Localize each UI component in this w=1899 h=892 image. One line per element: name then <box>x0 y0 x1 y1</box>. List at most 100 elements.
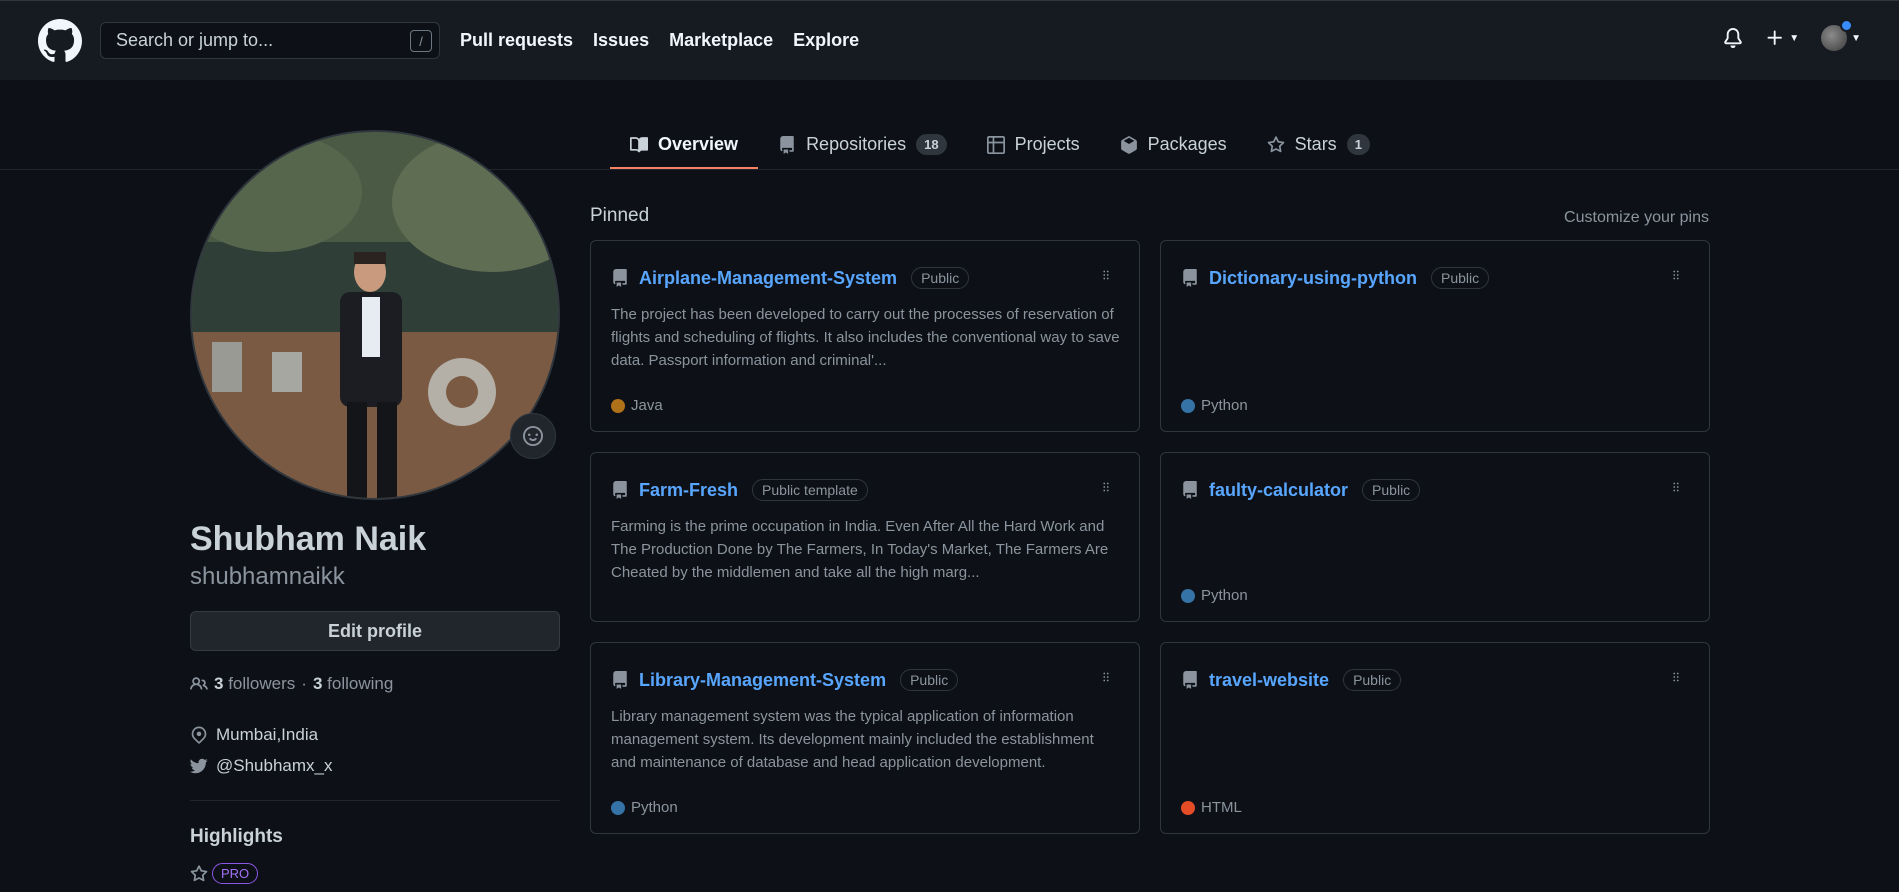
visibility-badge: Public <box>900 669 959 691</box>
bell-icon[interactable] <box>1723 28 1743 48</box>
repo-description: The project has been developed to carry … <box>611 306 1120 369</box>
pinned-repo-card: Airplane-Management-System Public The proj… <box>590 240 1140 432</box>
grabber-icon <box>1103 482 1109 492</box>
header-actions: ▼ ▼ <box>1723 19 1861 51</box>
repo-name-link[interactable]: Dictionary-using-python <box>1209 268 1417 289</box>
grabber-icon <box>1673 270 1679 280</box>
tab-packages[interactable]: Packages <box>1100 120 1247 169</box>
smiley-icon <box>523 426 543 446</box>
repo-language: HTML <box>1181 799 1242 816</box>
language-color-dot <box>1181 398 1195 413</box>
visibility-badge: Public <box>1431 267 1490 289</box>
visibility-badge: Public <box>1362 479 1421 501</box>
repo-icon <box>613 269 627 287</box>
table-icon <box>986 135 1005 154</box>
language-label: Python <box>631 799 678 816</box>
nav-pull-requests[interactable]: Pull requests <box>460 30 573 51</box>
repo-name-link[interactable]: travel-website <box>1209 670 1329 691</box>
create-new-menu[interactable]: ▼ <box>1765 28 1799 48</box>
followers-label: followers <box>228 674 296 693</box>
tab-label: Stars <box>1294 134 1337 154</box>
following-count: 3 <box>312 674 323 693</box>
edit-profile-button[interactable]: Edit profile <box>190 611 560 651</box>
nav-issues[interactable]: Issues <box>593 30 649 51</box>
drag-handle[interactable] <box>1669 669 1683 690</box>
book-icon <box>630 136 648 152</box>
drag-handle[interactable] <box>1099 669 1113 690</box>
repo-language: Python <box>611 799 678 816</box>
tab-label: Repositories <box>806 134 907 154</box>
profile-photo[interactable] <box>190 130 560 500</box>
grabber-icon <box>1673 672 1679 682</box>
repo-icon <box>613 671 627 689</box>
customize-pins-link[interactable]: Customize your pins <box>1564 209 1709 227</box>
repo-title-row: travel-website Public <box>1181 669 1402 691</box>
twitter-handle[interactable]: @Shubhamx_x <box>216 756 333 776</box>
status-dot <box>1840 19 1854 32</box>
profile-username: shubhamnaikk <box>190 563 345 590</box>
user-menu[interactable]: ▼ <box>1821 19 1861 51</box>
pinned-repo-card: travel-website Public HTML <box>1160 642 1710 834</box>
drag-handle[interactable] <box>1099 267 1113 288</box>
search-placeholder: Search or jump to... <box>116 30 274 50</box>
tab-stars[interactable]: Stars 1 <box>1247 120 1390 169</box>
repo-title-row: Library-Management-System Public <box>611 669 959 691</box>
followers-link[interactable]: 3 followers <box>214 674 295 694</box>
visibility-badge: Public <box>1343 669 1402 691</box>
star-icon <box>1267 135 1285 152</box>
repo-name-link[interactable]: faulty-calculator <box>1209 480 1348 501</box>
repo-name-link[interactable]: Library-Management-System <box>639 670 886 691</box>
plus-icon <box>1767 30 1783 45</box>
twitter-icon <box>190 758 208 774</box>
keyboard-shortcut-badge: / <box>410 30 432 52</box>
twitter: @Shubhamx_x <box>190 756 333 776</box>
repo-name-link[interactable]: Airplane-Management-System <box>639 268 897 289</box>
grabber-icon <box>1103 672 1109 682</box>
drag-handle[interactable] <box>1669 479 1683 500</box>
tab-label: Overview <box>658 134 739 154</box>
language-color-dot <box>1181 800 1195 815</box>
nav-explore[interactable]: Explore <box>793 30 859 51</box>
pinned-heading: Pinned <box>590 205 650 226</box>
location-text: Mumbai,India <box>216 725 319 744</box>
drag-handle[interactable] <box>1669 267 1683 288</box>
location: Mumbai,India <box>190 725 318 745</box>
github-logo-icon[interactable] <box>38 19 82 63</box>
pinned-repo-card: Farm-Fresh Public template Farming is the … <box>590 452 1140 622</box>
nav-marketplace[interactable]: Marketplace <box>669 30 773 51</box>
repo-title-row: Airplane-Management-System Public <box>611 267 970 289</box>
search-input[interactable]: Search or jump to... / <box>100 22 440 59</box>
top-header: Search or jump to... / Pull requests Iss… <box>0 0 1899 80</box>
set-status-button[interactable] <box>510 413 556 459</box>
location-icon <box>191 726 207 744</box>
language-label: Java <box>631 397 663 414</box>
followers-count: 3 <box>214 674 224 693</box>
sidebar-divider <box>190 800 560 801</box>
profile-tabs: Overview Repositories 18 Projects Packag… <box>610 120 1390 169</box>
repo-name-link[interactable]: Farm-Fresh <box>639 480 738 501</box>
avatar <box>1821 19 1854 51</box>
language-color-dot <box>1181 588 1195 603</box>
language-label: Python <box>1201 587 1248 604</box>
repo-icon <box>1183 269 1197 287</box>
pinned-repo-card: faulty-calculator Public Python <box>1160 452 1710 622</box>
repo-title-row: Farm-Fresh Public template <box>611 479 868 501</box>
tab-projects[interactable]: Projects <box>967 120 1100 169</box>
following-label: following <box>327 674 394 693</box>
repo-language: Java <box>611 397 663 414</box>
tab-repositories[interactable]: Repositories 18 <box>758 120 967 169</box>
repo-icon <box>613 481 627 499</box>
chevron-down-icon: ▼ <box>1851 32 1861 44</box>
repo-icon <box>1183 671 1197 689</box>
repo-icon <box>780 135 794 154</box>
repo-description: Library management system was the typica… <box>611 708 1094 771</box>
tab-overview[interactable]: Overview <box>610 120 759 169</box>
grabber-icon <box>1673 482 1679 492</box>
pinned-repo-card: Dictionary-using-python Public Python <box>1160 240 1710 432</box>
following-link[interactable]: 3 following <box>313 674 393 694</box>
pinned-repo-card: Library-Management-System Public Library m… <box>590 642 1140 834</box>
drag-handle[interactable] <box>1099 479 1113 500</box>
global-nav: Pull requests Issues Marketplace Explore <box>460 30 859 51</box>
tab-label: Packages <box>1147 134 1227 154</box>
package-icon <box>1120 135 1137 154</box>
